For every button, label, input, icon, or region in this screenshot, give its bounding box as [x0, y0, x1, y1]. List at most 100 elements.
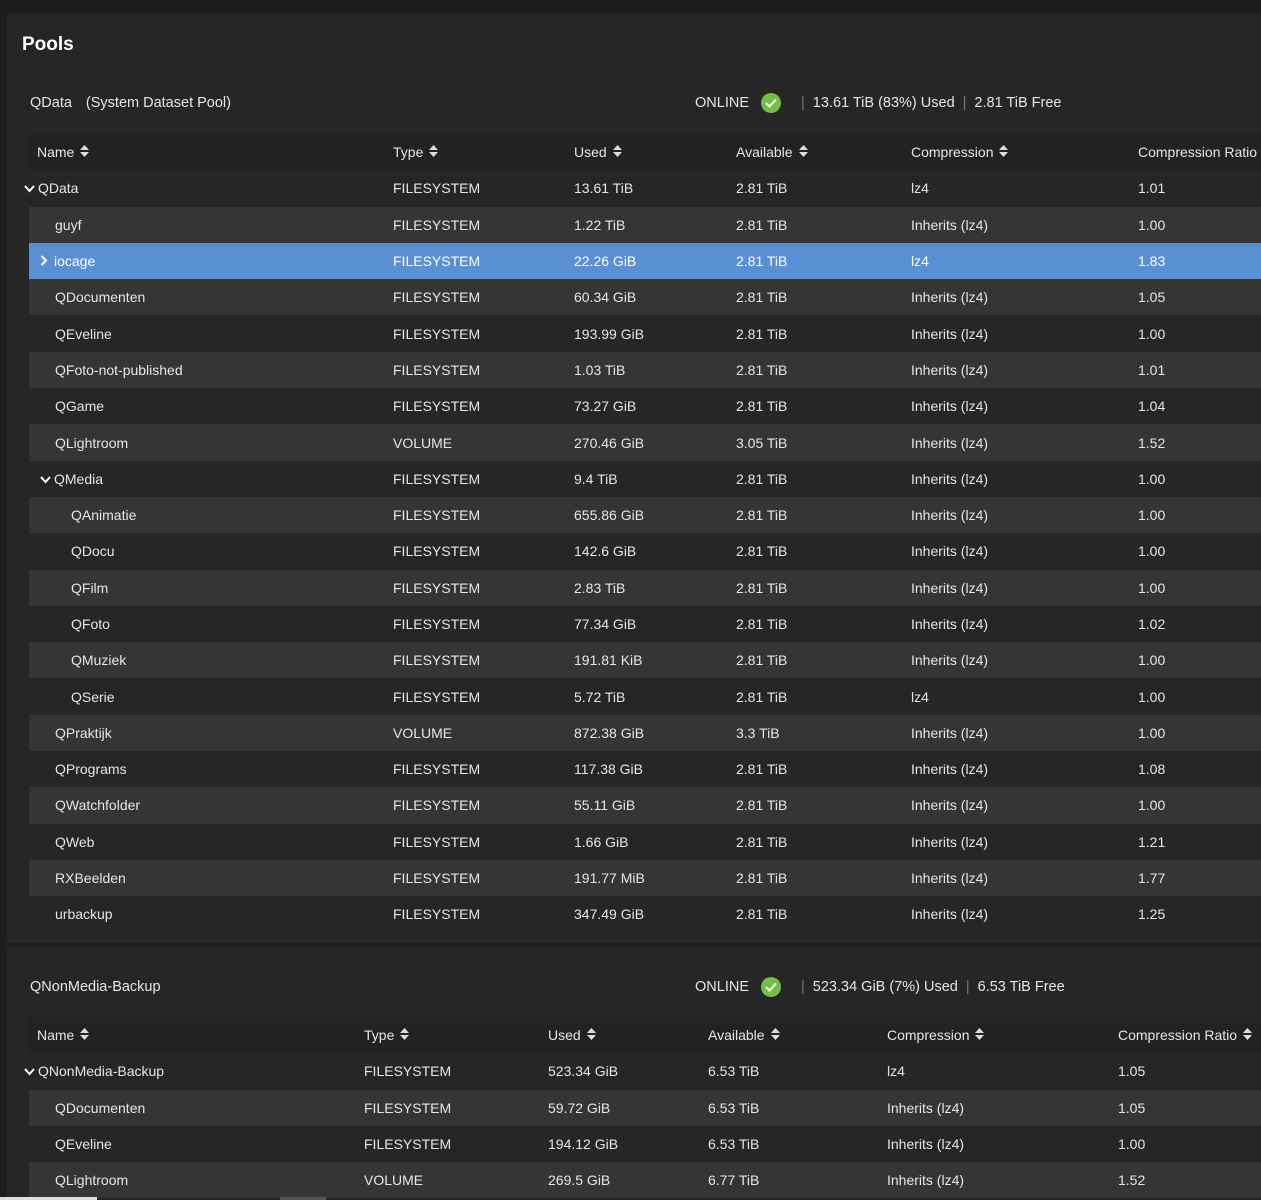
type-text: FILESYSTEM	[364, 1063, 452, 1080]
sort-icon[interactable]	[798, 145, 808, 160]
sort-icon[interactable]	[586, 1028, 596, 1043]
column-header-used[interactable]: Used	[548, 1027, 596, 1043]
table-row[interactable]: QPrograms FILESYSTEM 117.38 GiB 2.81 TiB Inh…	[29, 751, 1261, 787]
cell-name: QAnimatie	[71, 507, 136, 523]
cell-ratio: 1.01	[1138, 362, 1165, 378]
column-header-ratio[interactable]: Compression Ratio	[1138, 144, 1257, 160]
cell-available: 2.81 TiB	[736, 616, 787, 632]
table-row[interactable]: QEveline FILESYSTEM 193.99 GiB 2.81 TiB Inhe…	[29, 315, 1261, 351]
name-text: urbackup	[55, 906, 113, 923]
page-title: Pools	[22, 34, 74, 55]
table-row[interactable]: guyf FILESYSTEM 1.22 TiB 2.81 TiB Inherits (…	[29, 206, 1261, 243]
cell-compression: Inherits (lz4)	[911, 362, 988, 378]
table-row[interactable]: QPraktijk VOLUME 872.38 GiB 3.3 TiB Inherits…	[29, 714, 1261, 752]
table-row[interactable]: QMuziek FILESYSTEM 191.81 KiB 2.81 TiB Inher…	[29, 642, 1261, 679]
sort-icon[interactable]	[80, 145, 90, 160]
name-text: QEveline	[55, 1136, 112, 1153]
table-row[interactable]: QDocu FILESYSTEM 142.6 GiB 2.81 TiB Inherits…	[29, 533, 1261, 569]
compression-text: Inherits (lz4)	[911, 652, 989, 669]
available-text: 2.81 TiB	[736, 507, 788, 524]
cell-used: 77.34 GiB	[574, 616, 636, 632]
table-row[interactable]: QWatchfolder FILESYSTEM 55.11 GiB 2.81 TiB I…	[29, 787, 1261, 824]
type-text: FILESYSTEM	[393, 906, 481, 923]
sort-icon[interactable]	[975, 1028, 985, 1043]
column-header-name[interactable]: Name	[37, 144, 90, 160]
column-header-available[interactable]: Available	[736, 144, 808, 160]
chevron-down-icon[interactable]	[24, 1065, 38, 1079]
table-row[interactable]: QFoto FILESYSTEM 77.34 GiB 2.81 TiB Inherits…	[29, 606, 1261, 642]
column-header-compression[interactable]: Compression	[887, 1027, 985, 1043]
cell-name: QGame	[55, 398, 104, 414]
used-text: 872.38 GiB	[574, 724, 645, 741]
table-row[interactable]: QFoto-not-published FILESYSTEM 1.03 TiB 2.8…	[29, 351, 1261, 389]
column-header-used[interactable]: Used	[574, 144, 622, 160]
pool-card-qdata: Pools QData (System Dataset Pool) ONLINE …	[7, 14, 1261, 943]
sort-icon[interactable]	[80, 1028, 90, 1043]
table-row[interactable]: QData FILESYSTEM 13.61 TiB 2.81 TiB lz4 1.01	[24, 170, 1261, 206]
sort-icon[interactable]	[400, 1028, 410, 1043]
column-label: Used	[548, 1027, 581, 1044]
ratio-text: 1.00	[1138, 724, 1166, 741]
table-row[interactable]: QLightroom VOLUME 269.5 GiB 6.77 TiB Inherit…	[29, 1162, 1261, 1199]
available-text: 2.81 TiB	[736, 361, 788, 378]
table-row[interactable]: QDocumenten FILESYSTEM 59.72 GiB 6.53 TiB In…	[29, 1089, 1261, 1126]
table-row[interactable]: iocage FILESYSTEM 22.26 GiB 2.81 TiB lz4 1.83	[29, 242, 1261, 280]
cell-type: FILESYSTEM	[393, 507, 480, 523]
cell-available: 2.81 TiB	[736, 253, 787, 269]
available-text: 2.81 TiB	[736, 833, 788, 850]
type-text: FILESYSTEM	[393, 325, 481, 342]
used-text: 1.66 GiB	[574, 833, 629, 850]
column-header-available[interactable]: Available	[708, 1027, 780, 1043]
pool-note: (System Dataset Pool)	[85, 95, 231, 111]
ratio-text: 1.00	[1138, 470, 1166, 487]
table-row[interactable]: QFilm FILESYSTEM 2.83 TiB 2.81 TiB Inherits …	[29, 569, 1261, 606]
sort-icon[interactable]	[1243, 1028, 1253, 1043]
name-text: QMuziek	[71, 652, 127, 669]
used-summary: 523.34 GiB (7%) Used	[812, 979, 958, 995]
table-row[interactable]: QWeb FILESYSTEM 1.66 GiB 2.81 TiB Inherits (…	[29, 824, 1261, 860]
check-circle-icon	[761, 977, 781, 997]
cell-name: guyf	[55, 217, 81, 233]
used-text: 270.46 GiB	[574, 434, 645, 451]
cell-type: FILESYSTEM	[364, 1136, 451, 1152]
cell-used: 1.03 TiB	[574, 362, 625, 378]
cell-compression: lz4	[911, 180, 929, 196]
sort-icon[interactable]	[999, 145, 1009, 160]
available-text: 6.53 TiB	[708, 1063, 760, 1080]
chevron-down-icon[interactable]	[24, 182, 38, 196]
sort-icon[interactable]	[770, 1028, 780, 1043]
cell-compression: Inherits (lz4)	[911, 217, 988, 233]
ratio-text: 1.04	[1138, 398, 1166, 415]
cell-name: QWatchfolder	[55, 797, 140, 813]
column-header-name[interactable]: Name	[37, 1027, 90, 1043]
table-row[interactable]: QEveline FILESYSTEM 194.12 GiB 6.53 TiB Inhe…	[29, 1126, 1261, 1162]
table-row[interactable]: QLightroom VOLUME 270.46 GiB 3.05 TiB Inheri…	[29, 424, 1261, 461]
table-row[interactable]: QDocumenten FILESYSTEM 60.34 GiB 2.81 TiB In…	[29, 279, 1261, 316]
cell-type: FILESYSTEM	[393, 398, 480, 414]
column-header-type[interactable]: Type	[393, 144, 439, 160]
column-header-type[interactable]: Type	[364, 1027, 410, 1043]
cell-available: 2.81 TiB	[736, 834, 787, 850]
sort-icon[interactable]	[429, 145, 439, 160]
cell-used: 347.49 GiB	[574, 906, 644, 922]
cell-used: 117.38 GiB	[574, 761, 643, 777]
table-row[interactable]: QSerie FILESYSTEM 5.72 TiB 2.81 TiB lz4 1.00	[29, 678, 1261, 714]
table-row[interactable]: QAnimatie FILESYSTEM 655.86 GiB 2.81 TiB Inh…	[29, 496, 1261, 534]
table-row[interactable]: urbackup FILESYSTEM 347.49 GiB 2.81 TiB Inhe…	[29, 896, 1261, 932]
chevron-right-icon[interactable]	[40, 255, 54, 269]
available-text: 3.3 TiB	[736, 724, 780, 741]
chevron-down-icon[interactable]	[40, 473, 54, 487]
column-header-ratio[interactable]: Compression Ratio	[1118, 1027, 1253, 1043]
name-text: iocage	[54, 253, 96, 270]
dataset-table: Name Type Used Available Compression Compress…	[24, 134, 1261, 933]
sort-icon[interactable]	[612, 145, 622, 160]
table-row[interactable]: QNonMedia-Backup FILESYSTEM 523.34 GiB 6.53…	[24, 1053, 1261, 1089]
used-text: 191.77 MiB	[574, 870, 645, 887]
table-row[interactable]: QMedia FILESYSTEM 9.4 TiB 2.81 TiB Inherits …	[29, 461, 1261, 497]
pool-status: ONLINE | 13.61 TiB (83%) Used | 2.81 TiB…	[695, 93, 1061, 113]
divider: |	[965, 979, 970, 995]
column-header-compression[interactable]: Compression	[911, 144, 1009, 160]
table-row[interactable]: QGame FILESYSTEM 73.27 GiB 2.81 TiB Inherits…	[29, 388, 1261, 424]
table-row[interactable]: RXBeelden FILESYSTEM 191.77 MiB 2.81 TiB Inh…	[29, 859, 1261, 897]
pool-name-text: QData	[30, 95, 72, 111]
